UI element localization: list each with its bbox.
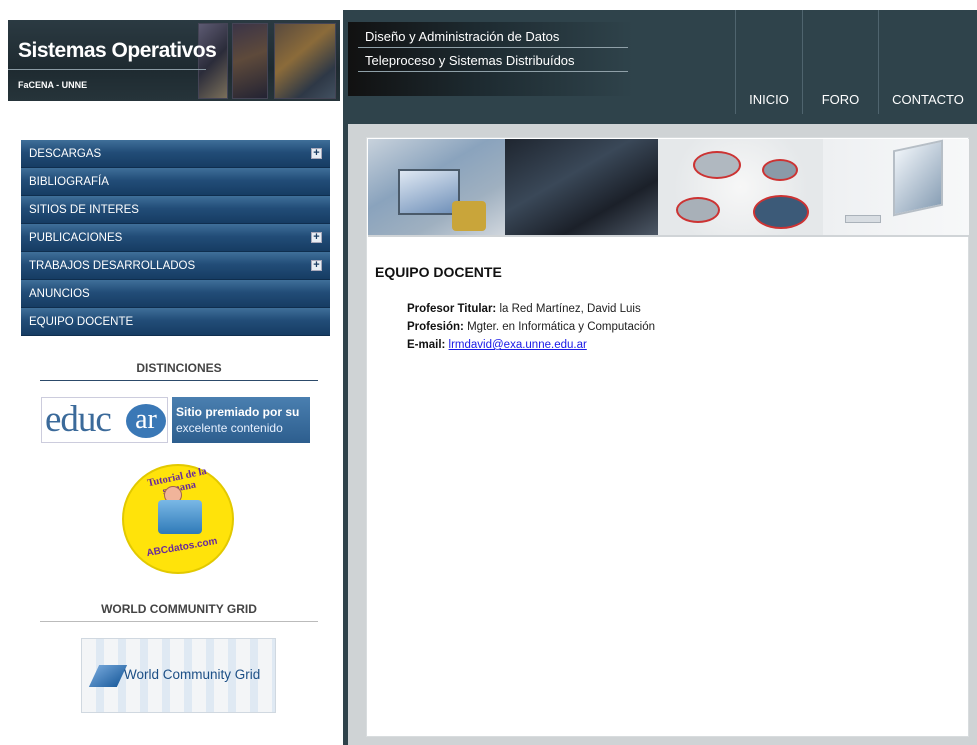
nav-inicio[interactable]: INICIO [735,10,802,114]
header-banner-image [368,139,969,237]
course-link[interactable]: Diseño y Administración de Datos [358,26,628,48]
profesor-row: Profesor Titular: la Red Martínez, David… [407,300,655,318]
monitor-icon [893,139,943,217]
sidebar-item-anuncios[interactable]: ANUNCIOS [21,280,330,308]
course-link[interactable]: Teleproceso y Sistemas Distribuídos [358,50,628,72]
profesion-value: Mgter. en Informática y Computación [463,321,655,333]
sidebar-menu: DESCARGAS + BIBLIOGRAFÍA SITIOS DE INTER… [21,140,330,336]
nav-contacto[interactable]: CONTACTO [878,10,977,114]
educar-banner-line1: Sitio premiado por su [176,405,300,419]
sidebar-item-label: DESCARGAS [29,148,102,160]
nav-inicio-label: INICIO [749,92,789,107]
sidebar-item-bibliografia[interactable]: BIBLIOGRAFÍA [21,168,330,196]
network-node-icon [676,197,720,223]
sidebar-item-sitios-de-interes[interactable]: SITIOS DE INTERES [21,196,330,224]
nav-foro-label: FORO [821,92,860,107]
educar-logo: educ ar [41,397,168,443]
wcg-heading: WORLD COMMUNITY GRID [101,602,257,616]
site-subtitle: FaCENA - UNNE [18,80,88,90]
sidebar-item-label: BIBLIOGRAFÍA [29,176,109,188]
mascot-book [158,500,202,534]
educar-banner-line2: excelente contenido [176,421,283,435]
banner-panel-network [658,139,823,235]
tutorial-semana-badge[interactable]: Tutorial de la semana ABCdatos.com [120,462,238,576]
educar-logo-ar: ar [126,404,166,438]
right-column: Diseño y Administración de Datos Telepro… [343,10,977,745]
educar-banner: Sitio premiado por su excelente contenid… [172,397,310,443]
network-node-icon [693,151,741,179]
expand-plus-icon[interactable]: + [311,260,322,271]
nav-contacto-label: CONTACTO [892,92,964,107]
email-row: E-mail: lrmdavid@exa.unne.edu.ar [407,336,655,354]
sidebar-item-label: PUBLICACIONES [29,232,123,244]
expand-plus-icon[interactable]: + [311,232,322,243]
left-column: Sistemas Operativos FaCENA - UNNE DESCAR… [0,0,340,745]
logo-divider [8,69,206,70]
email-link[interactable]: lrmdavid@exa.unne.edu.ar [449,339,587,351]
world-community-grid-badge[interactable]: World Community Grid [81,638,276,713]
logo-image-tile [274,23,336,99]
sidebar-item-equipo-docente[interactable]: EQUIPO DOCENTE [21,308,330,336]
nav-foro[interactable]: FORO [802,10,878,114]
keyboard-icon [845,215,881,223]
profesor-value: la Red Martínez, David Luis [496,303,641,315]
distinciones-heading: DISTINCIONES [136,361,222,375]
banner-panel-computer [368,139,505,235]
main-content: EQUIPO DOCENTE Profesor Titular: la Red … [366,137,969,737]
sidebar-item-label: EQUIPO DOCENTE [29,316,134,328]
top-navigation: Diseño y Administración de Datos Telepro… [348,10,977,124]
banner-panel-dark [505,139,658,235]
logo-image-tile [232,23,268,99]
email-label: E-mail: [407,339,446,351]
site-title: Sistemas Operativos [18,39,217,62]
wcg-divider [40,621,318,622]
sidebar-item-publicaciones[interactable]: PUBLICACIONES + [21,224,330,252]
sidebar-item-trabajos-desarrollados[interactable]: TRABAJOS DESARROLLADOS + [21,252,330,280]
expand-plus-icon[interactable]: + [311,148,322,159]
padlock-icon [452,201,486,231]
distinciones-divider [40,380,318,381]
educar-logo-word: educ [45,399,112,440]
sidebar-item-descargas[interactable]: DESCARGAS + [21,140,330,168]
sidebar-item-label: TRABAJOS DESARROLLADOS [29,260,196,272]
staff-info: Profesor Titular: la Red Martínez, David… [407,300,655,354]
sidebar-item-label: SITIOS DE INTERES [29,204,139,216]
profesion-row: Profesión: Mgter. en Informática y Compu… [407,318,655,336]
profesor-label: Profesor Titular: [407,303,497,315]
network-node-icon [762,159,798,181]
computer-screen-icon [398,169,460,215]
sidebar-item-label: ANUNCIOS [29,288,90,300]
profesion-label: Profesión: [407,321,464,333]
course-links: Diseño y Administración de Datos Telepro… [358,26,628,74]
network-node-icon [753,195,809,229]
site-logo[interactable]: Sistemas Operativos FaCENA - UNNE [8,20,340,101]
page-title: EQUIPO DOCENTE [375,264,502,280]
wcg-logo-text: World Community Grid [124,667,261,682]
educar-award-badge[interactable]: educ ar Sitio premiado por su excelente … [41,397,310,443]
banner-panel-monitor [823,139,969,235]
page: Sistemas Operativos FaCENA - UNNE DESCAR… [0,0,977,745]
